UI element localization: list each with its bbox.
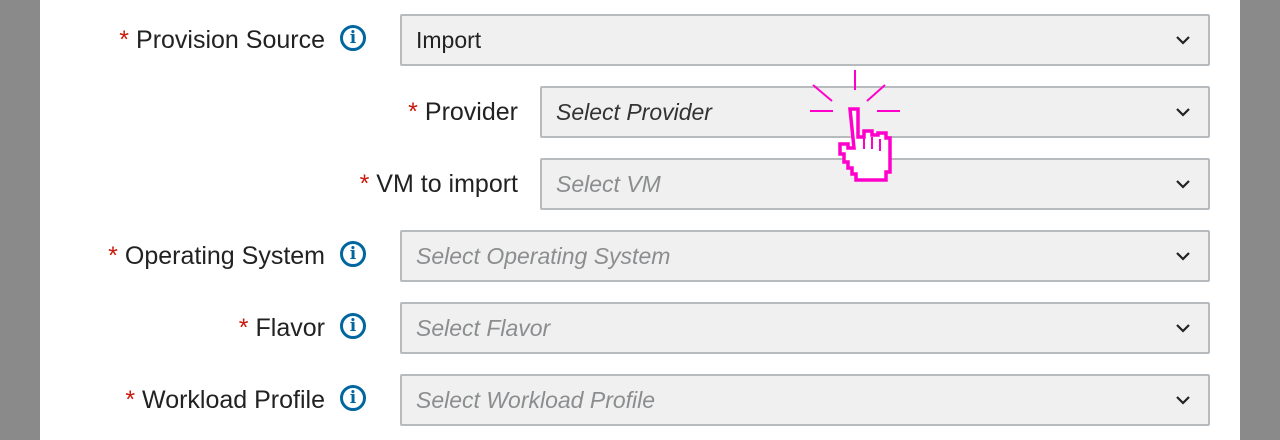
vm-to-import-label: * VM to import — [359, 169, 518, 198]
operating-system-select[interactable]: Select Operating System — [400, 230, 1210, 282]
chevron-down-icon — [1172, 245, 1194, 267]
chevron-down-icon — [1172, 101, 1194, 123]
provider-label: * Provider — [408, 97, 518, 126]
chevron-down-icon — [1172, 389, 1194, 411]
required-mark: * — [359, 169, 370, 198]
provider-row: * Provider Select Provider — [40, 86, 1240, 138]
info-icon[interactable]: i — [340, 385, 366, 411]
operating-system-placeholder: Select Operating System — [416, 242, 671, 269]
provision-source-value: Import — [416, 26, 482, 53]
vm-to-import-row: * VM to import Select VM — [40, 158, 1240, 210]
provision-source-row: * Provision Source i Import — [40, 14, 1240, 66]
info-icon[interactable]: i — [340, 241, 366, 267]
provision-source-label: * Provision Source — [119, 25, 325, 54]
form-panel: * Provision Source i Import * Provider S… — [40, 0, 1240, 440]
required-mark: * — [408, 97, 418, 126]
chevron-down-icon — [1172, 173, 1194, 195]
required-mark: * — [238, 313, 249, 342]
provider-placeholder: Select Provider — [556, 98, 712, 125]
info-icon[interactable]: i — [340, 313, 366, 339]
provision-source-select[interactable]: Import — [400, 14, 1210, 66]
workload-profile-select[interactable]: Select Workload Profile — [400, 374, 1210, 426]
operating-system-label: * Operating System — [108, 241, 325, 270]
workload-profile-label: * Workload Profile — [125, 385, 325, 414]
required-mark: * — [125, 385, 136, 414]
workload-profile-row: * Workload Profile i Select Workload Pro… — [40, 374, 1240, 426]
chevron-down-icon — [1172, 29, 1194, 51]
workload-profile-placeholder: Select Workload Profile — [416, 386, 656, 413]
vm-to-import-placeholder: Select VM — [556, 170, 661, 197]
provider-select[interactable]: Select Provider — [540, 86, 1210, 138]
required-mark: * — [108, 241, 118, 270]
vm-to-import-select[interactable]: Select VM — [540, 158, 1210, 210]
flavor-select[interactable]: Select Flavor — [400, 302, 1210, 354]
operating-system-row: * Operating System i Select Operating Sy… — [40, 230, 1240, 282]
flavor-row: * Flavor i Select Flavor — [40, 302, 1240, 354]
flavor-label: * Flavor — [238, 313, 325, 342]
flavor-placeholder: Select Flavor — [416, 314, 551, 341]
chevron-down-icon — [1172, 317, 1194, 339]
info-icon[interactable]: i — [340, 25, 366, 51]
required-mark: * — [119, 25, 130, 54]
